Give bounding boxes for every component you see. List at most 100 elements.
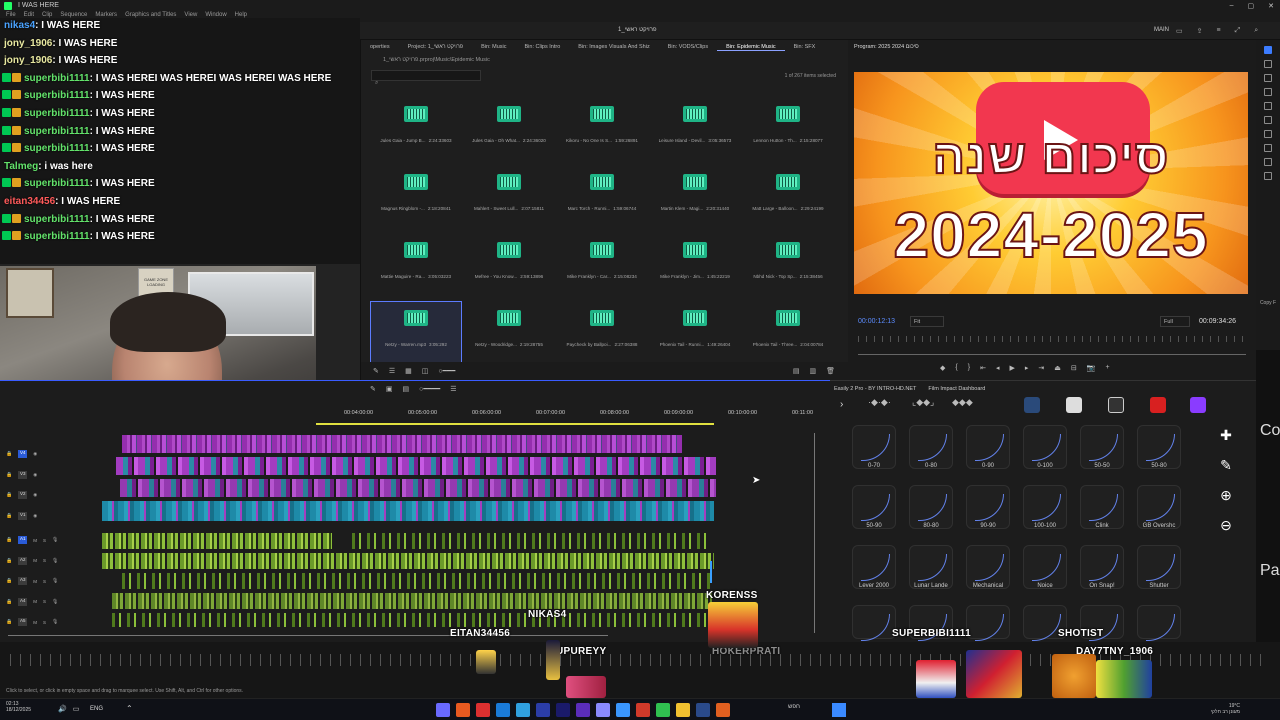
track-target[interactable]: A3 (18, 577, 28, 585)
chat-username[interactable]: superbibi1111 (24, 178, 90, 189)
trash-icon[interactable]: 🗑 (826, 367, 835, 375)
audio-clip-thumbnail[interactable]: Marc Torch - Runni... 1:59:06744 (557, 166, 647, 228)
chat-username[interactable]: superbibi1111 (24, 126, 90, 137)
lock-icon[interactable]: 🔒 (6, 558, 12, 564)
audio-clip-thumbnail[interactable]: Phoenix Tail - Runni... 1:49:26404 (650, 302, 740, 364)
audio-clip-thumbnail[interactable]: Mike Franklyn - Car... 2:15:08234 (557, 234, 647, 296)
play-icon[interactable]: ▶ (1009, 364, 1014, 372)
keyframe-group-icon[interactable]: ·◆·◆· (868, 397, 891, 408)
track-target[interactable]: V4 (18, 450, 28, 458)
apply-icon[interactable] (1190, 397, 1206, 413)
minimize-icon[interactable]: – (1230, 2, 1234, 10)
audio-clip-thumbnail[interactable]: Matt Large - Balloon... 2:29:24199 (743, 166, 833, 228)
new-bin-icon[interactable]: ▤ (793, 367, 800, 375)
tab-bin-images[interactable]: Bin: Images Visuals And Shiz (569, 44, 658, 50)
timeline-v-scrollbar[interactable] (814, 433, 818, 633)
app-icon-6[interactable] (536, 703, 550, 717)
audio-clip-thumbnail[interactable]: Magnus Ringblom -... 2:18:20841 (371, 166, 461, 228)
paste-icon[interactable] (1108, 397, 1124, 413)
mic-icon[interactable]: 🎙 (52, 619, 58, 625)
audio-clip-thumbnail[interactable]: Mike Franklyn - Jim... 1:45:22219 (650, 234, 740, 296)
chat-username[interactable]: Talmeg (4, 161, 38, 172)
type-icon[interactable] (1264, 158, 1272, 166)
chat-username[interactable]: nikas4 (4, 20, 35, 31)
search-icon[interactable]: ⌕ (1254, 27, 1258, 35)
start-icon[interactable] (832, 703, 846, 717)
keyframe-row-icon[interactable]: ◆◆◆ (952, 397, 973, 408)
hand-icon[interactable] (1264, 144, 1272, 152)
video-tracks[interactable] (102, 427, 716, 529)
audio-clip-thumbnail[interactable]: Nbhd Nick - Top Sp... 2:15:38456 (743, 234, 833, 296)
marker-icon[interactable]: ◆ (940, 364, 945, 372)
app-icon-10[interactable] (616, 703, 630, 717)
app-icon-5[interactable] (516, 703, 530, 717)
chat-username[interactable]: eitan34456 (4, 196, 55, 207)
chat-username[interactable]: superbibi1111 (24, 214, 90, 225)
work-area-bar[interactable] (316, 423, 714, 425)
list-view-icon[interactable]: ☰ (389, 367, 395, 375)
keyframe-bracket-icon[interactable]: ⌞◆◆⌟ (912, 397, 934, 408)
lock-icon[interactable]: 🔒 (6, 599, 12, 605)
lock-icon[interactable]: 🔒 (6, 492, 12, 498)
track-target[interactable]: A2 (18, 556, 28, 565)
track-v3-clips[interactable] (116, 457, 716, 475)
mic-icon[interactable]: 🎙 (52, 558, 58, 564)
track-select-icon[interactable] (1264, 60, 1272, 68)
folder-icon[interactable] (676, 703, 690, 717)
audio-clip-thumbnail[interactable]: Netzy - Warren.mp3 3:05:292 (370, 301, 462, 365)
selection-tool-icon[interactable] (1264, 46, 1272, 54)
razor-icon[interactable] (1264, 88, 1272, 96)
chat-username[interactable]: jony_1906 (4, 38, 52, 49)
track-a3-clips[interactable] (122, 573, 714, 589)
bin-search-input[interactable]: ⌕ (371, 70, 481, 86)
timeline-zoom-slider[interactable]: ○━━━━ (419, 385, 440, 393)
eye-icon[interactable]: ◉ (33, 492, 37, 498)
solo-toggle[interactable]: S (43, 620, 46, 625)
delete-icon[interactable] (1150, 397, 1166, 413)
chevron-right-icon[interactable]: › (840, 399, 843, 410)
add-button-icon[interactable]: + (1105, 364, 1109, 372)
audio-clip-thumbnail[interactable]: Phoenix Tail - Three... 2:04:00784 (743, 302, 833, 364)
snap-icon[interactable]: ✎ (370, 385, 376, 393)
audio-clip-thumbnail[interactable]: Leisure Island - Devil... 3:05:36573 (650, 98, 740, 160)
app-icon-8[interactable] (576, 703, 590, 717)
program-scrollbar[interactable] (858, 354, 1246, 358)
panel-menu-icon[interactable]: ≡ (1217, 27, 1221, 35)
tab-easily[interactable]: Easily 2 Pro - BY INTRO-HD.NET (834, 386, 916, 392)
audio-clip-thumbnail[interactable]: Martin Klem - Magi... 2:20:31440 (650, 166, 740, 228)
linked-icon[interactable]: ▣ (386, 385, 393, 393)
mic-icon[interactable]: 🎙 (52, 537, 58, 543)
solo-toggle[interactable]: S (43, 599, 46, 604)
export-frame-icon[interactable]: 📷 (1087, 364, 1096, 372)
timeline-h-scrollbar[interactable] (8, 635, 608, 638)
solo-toggle[interactable]: S (43, 558, 46, 563)
lock-icon[interactable]: 🔒 (6, 619, 12, 625)
brave-icon[interactable] (636, 703, 650, 717)
in-point-icon[interactable]: { (955, 364, 957, 372)
tab-bin-epidemic[interactable]: Bin: Epidemic Music (717, 44, 785, 51)
tab-bin-vods[interactable]: Bin: VODS/Clips (659, 44, 717, 50)
chat-username[interactable]: superbibi1111 (24, 143, 90, 154)
share-icon[interactable]: ⇪ (1197, 27, 1203, 35)
freeform-view-icon[interactable]: ◫ (422, 367, 429, 375)
chat-username[interactable]: superbibi1111 (24, 231, 90, 242)
eye-icon[interactable]: ◉ (33, 451, 37, 457)
mute-toggle[interactable]: M (33, 620, 37, 625)
track-a1-clips-b[interactable] (352, 533, 712, 549)
app-icon-9[interactable] (596, 703, 610, 717)
easing-preset[interactable] (1137, 605, 1181, 639)
out-point-icon[interactable]: } (968, 364, 970, 372)
audio-clip-thumbnail[interactable]: Kikoru - No One Is S... 1:59:26891 (557, 98, 647, 160)
lock-icon[interactable]: 🔒 (6, 513, 12, 519)
audio-clip-thumbnail[interactable]: Mattie Maguire - Ra... 3:05:03223 (371, 234, 461, 296)
zoom-out-icon[interactable]: ⊖ (1216, 517, 1236, 539)
workspace-icon[interactable]: ▭ (1176, 27, 1183, 35)
tab-properties[interactable]: operties (361, 44, 399, 50)
eye-icon[interactable]: ◉ (33, 513, 37, 519)
app-icon-15[interactable] (716, 703, 730, 717)
chat-username[interactable]: superbibi1111 (24, 90, 90, 101)
easing-preset[interactable] (852, 605, 896, 639)
edit-preset-icon[interactable]: ✎ (1216, 457, 1236, 479)
settings-icon[interactable]: ☰ (450, 385, 456, 393)
new-item-icon[interactable]: ▥ (809, 367, 816, 375)
